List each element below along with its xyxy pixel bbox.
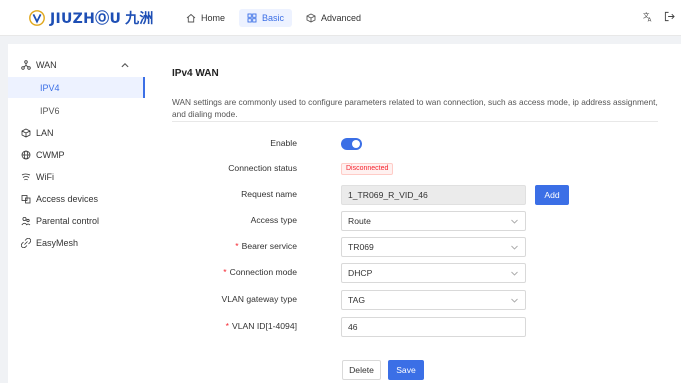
vlan-gateway-type-label: VLAN gateway type	[221, 294, 297, 304]
divider	[172, 121, 658, 122]
sidebar-item-ipv6[interactable]: IPV6	[8, 100, 145, 121]
vlan-gateway-type-select[interactable]: TAG	[341, 290, 526, 310]
required-mark: *	[225, 321, 230, 331]
chevron-down-icon	[511, 271, 518, 276]
jiuzhou-logo-icon	[29, 10, 45, 26]
logo: JIUZHⓄU 九洲	[28, 8, 154, 28]
sidebar-item-cwmp[interactable]: CWMP	[8, 144, 145, 165]
sidebar-item-wan-label: WAN	[36, 59, 57, 70]
nav-basic-label: Basic	[262, 13, 285, 23]
chevron-down-icon	[511, 245, 518, 250]
chevron-down-icon	[511, 298, 518, 303]
sidebar: WAN IPV4 IPV6 LAN CWMP WiFi Access devic…	[8, 44, 145, 383]
sidebar-item-wifi-label: WiFi	[36, 171, 54, 182]
request-name-field: 1_TR069_R_VID_46	[341, 185, 526, 205]
vlan-id-row: * VLAN ID[1-4094] 46	[145, 317, 681, 337]
sidebar-item-ipv4[interactable]: IPV4	[8, 77, 145, 98]
logout-icon[interactable]	[664, 11, 675, 22]
sidebar-item-parental-control-label: Parental control	[36, 215, 100, 226]
required-mark: *	[223, 267, 227, 277]
home-icon	[186, 13, 196, 23]
connection-mode-label-text: Connection mode	[229, 267, 297, 277]
network-icon	[21, 59, 31, 70]
access-type-row: Access type Route	[145, 211, 681, 231]
nav-home-label: Home	[201, 13, 226, 23]
enable-toggle[interactable]	[341, 138, 362, 150]
sidebar-item-parental-control[interactable]: Parental control	[8, 210, 145, 231]
parental-icon	[21, 216, 31, 225]
bearer-service-select[interactable]: TR069	[341, 237, 526, 257]
delete-button[interactable]: Delete	[342, 360, 381, 380]
access-type-label: Access type	[250, 215, 297, 225]
bearer-service-row: * Bearer service TR069	[145, 237, 681, 257]
brand-name: JIUZHⓄU	[50, 11, 122, 27]
bearer-service-value: TR069	[348, 242, 374, 252]
grid-icon	[247, 13, 257, 23]
devices-icon	[21, 194, 31, 203]
vlan-gateway-type-row: VLAN gateway type TAG	[145, 290, 681, 310]
access-type-select[interactable]: Route	[341, 211, 526, 231]
nav-basic[interactable]: Basic	[239, 9, 293, 27]
bearer-service-label: * Bearer service	[235, 241, 297, 251]
bearer-service-label-text: Bearer service	[241, 241, 297, 251]
request-name-label: Request name	[241, 189, 297, 199]
connection-mode-label: * Connection mode	[223, 267, 297, 277]
nav-advanced-label: Advanced	[321, 13, 362, 23]
connection-status-label: Connection status	[228, 163, 297, 173]
sidebar-item-ipv6-label: IPV6	[40, 105, 60, 116]
sidebar-item-easymesh[interactable]: EasyMesh	[8, 232, 145, 253]
enable-label: Enable	[270, 138, 297, 148]
connection-mode-value: DHCP	[348, 268, 373, 278]
sidebar-item-easymesh-label: EasyMesh	[36, 237, 79, 248]
mesh-icon	[21, 237, 31, 248]
globe-icon	[21, 150, 31, 159]
add-button[interactable]: Add	[535, 185, 569, 205]
wifi-icon	[21, 173, 31, 180]
toggle-knob	[352, 140, 360, 148]
cube-icon	[306, 13, 316, 23]
vlan-id-label: * VLAN ID[1-4094]	[226, 321, 297, 331]
request-name-row: Request name 1_TR069_R_VID_46 Add	[145, 185, 681, 205]
sidebar-item-wifi[interactable]: WiFi	[8, 166, 145, 187]
chevron-down-icon	[511, 219, 518, 224]
save-button[interactable]: Save	[388, 360, 424, 380]
access-type-value: Route	[348, 216, 371, 226]
connection-mode-row: * Connection mode DHCP	[145, 263, 681, 283]
connection-status-row: Connection status Disconnected	[145, 159, 681, 179]
translate-icon[interactable]: 文A	[643, 11, 654, 22]
top-nav: Home Basic Advanced	[178, 9, 369, 27]
lan-icon	[21, 128, 31, 137]
brand-name-cn: 九洲	[125, 11, 154, 27]
svg-text:A: A	[648, 18, 652, 22]
vlan-gateway-type-value: TAG	[348, 295, 366, 305]
required-mark: *	[235, 241, 239, 251]
nav-advanced[interactable]: Advanced	[298, 9, 369, 27]
page-title: IPv4 WAN	[172, 68, 219, 79]
vlan-id-input[interactable]: 46	[341, 317, 526, 337]
header-actions: 文A	[643, 11, 675, 22]
sidebar-item-lan-label: LAN	[36, 127, 54, 138]
sidebar-item-ipv4-label: IPV4	[40, 82, 60, 93]
sidebar-item-lan[interactable]: LAN	[8, 122, 145, 143]
enable-row: Enable	[145, 134, 681, 154]
nav-home[interactable]: Home	[178, 9, 233, 27]
sidebar-item-wan[interactable]: WAN	[8, 54, 145, 75]
main-panel: IPv4 WAN WAN settings are commonly used …	[145, 44, 681, 383]
sidebar-item-access-devices-label: Access devices	[36, 193, 99, 204]
sidebar-item-cwmp-label: CWMP	[36, 149, 65, 160]
top-header: JIUZHⓄU 九洲 Home Basic Advanced 文A	[0, 0, 681, 36]
connection-mode-select[interactable]: DHCP	[341, 263, 526, 283]
sidebar-item-access-devices[interactable]: Access devices	[8, 188, 145, 209]
chevron-up-icon	[121, 62, 129, 68]
page-description: WAN settings are commonly used to config…	[172, 97, 658, 119]
vlan-id-label-text: VLAN ID[1-4094]	[232, 321, 297, 331]
status-badge: Disconnected	[341, 163, 394, 175]
